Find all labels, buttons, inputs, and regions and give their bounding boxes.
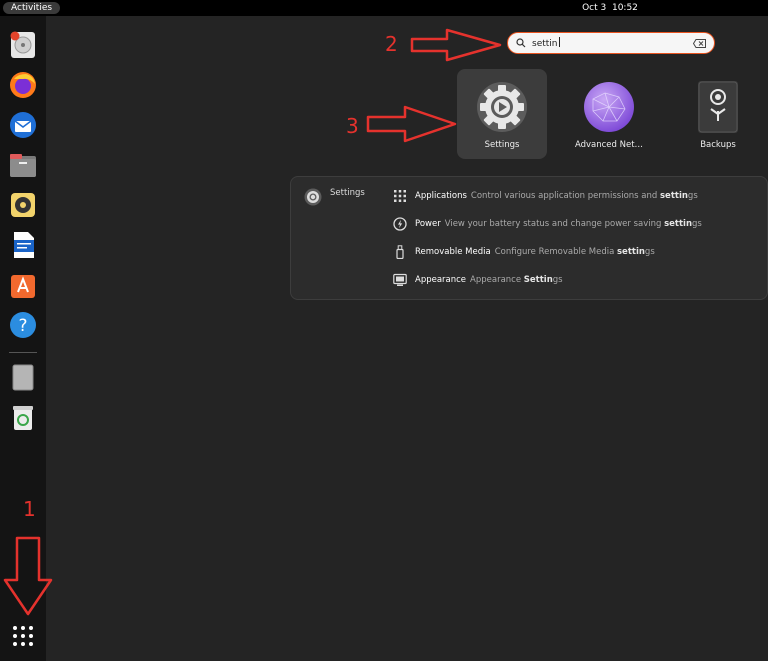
annotation-label-3: 3: [346, 114, 359, 138]
annotation-arrow-1: [3, 536, 53, 616]
annotation-overlay: [3, 28, 502, 616]
annotation-arrow-3: [366, 105, 457, 143]
annotation-label-2: 2: [385, 32, 398, 56]
annotation-label-1: 1: [23, 497, 36, 521]
annotation-arrow-2: [410, 28, 502, 62]
